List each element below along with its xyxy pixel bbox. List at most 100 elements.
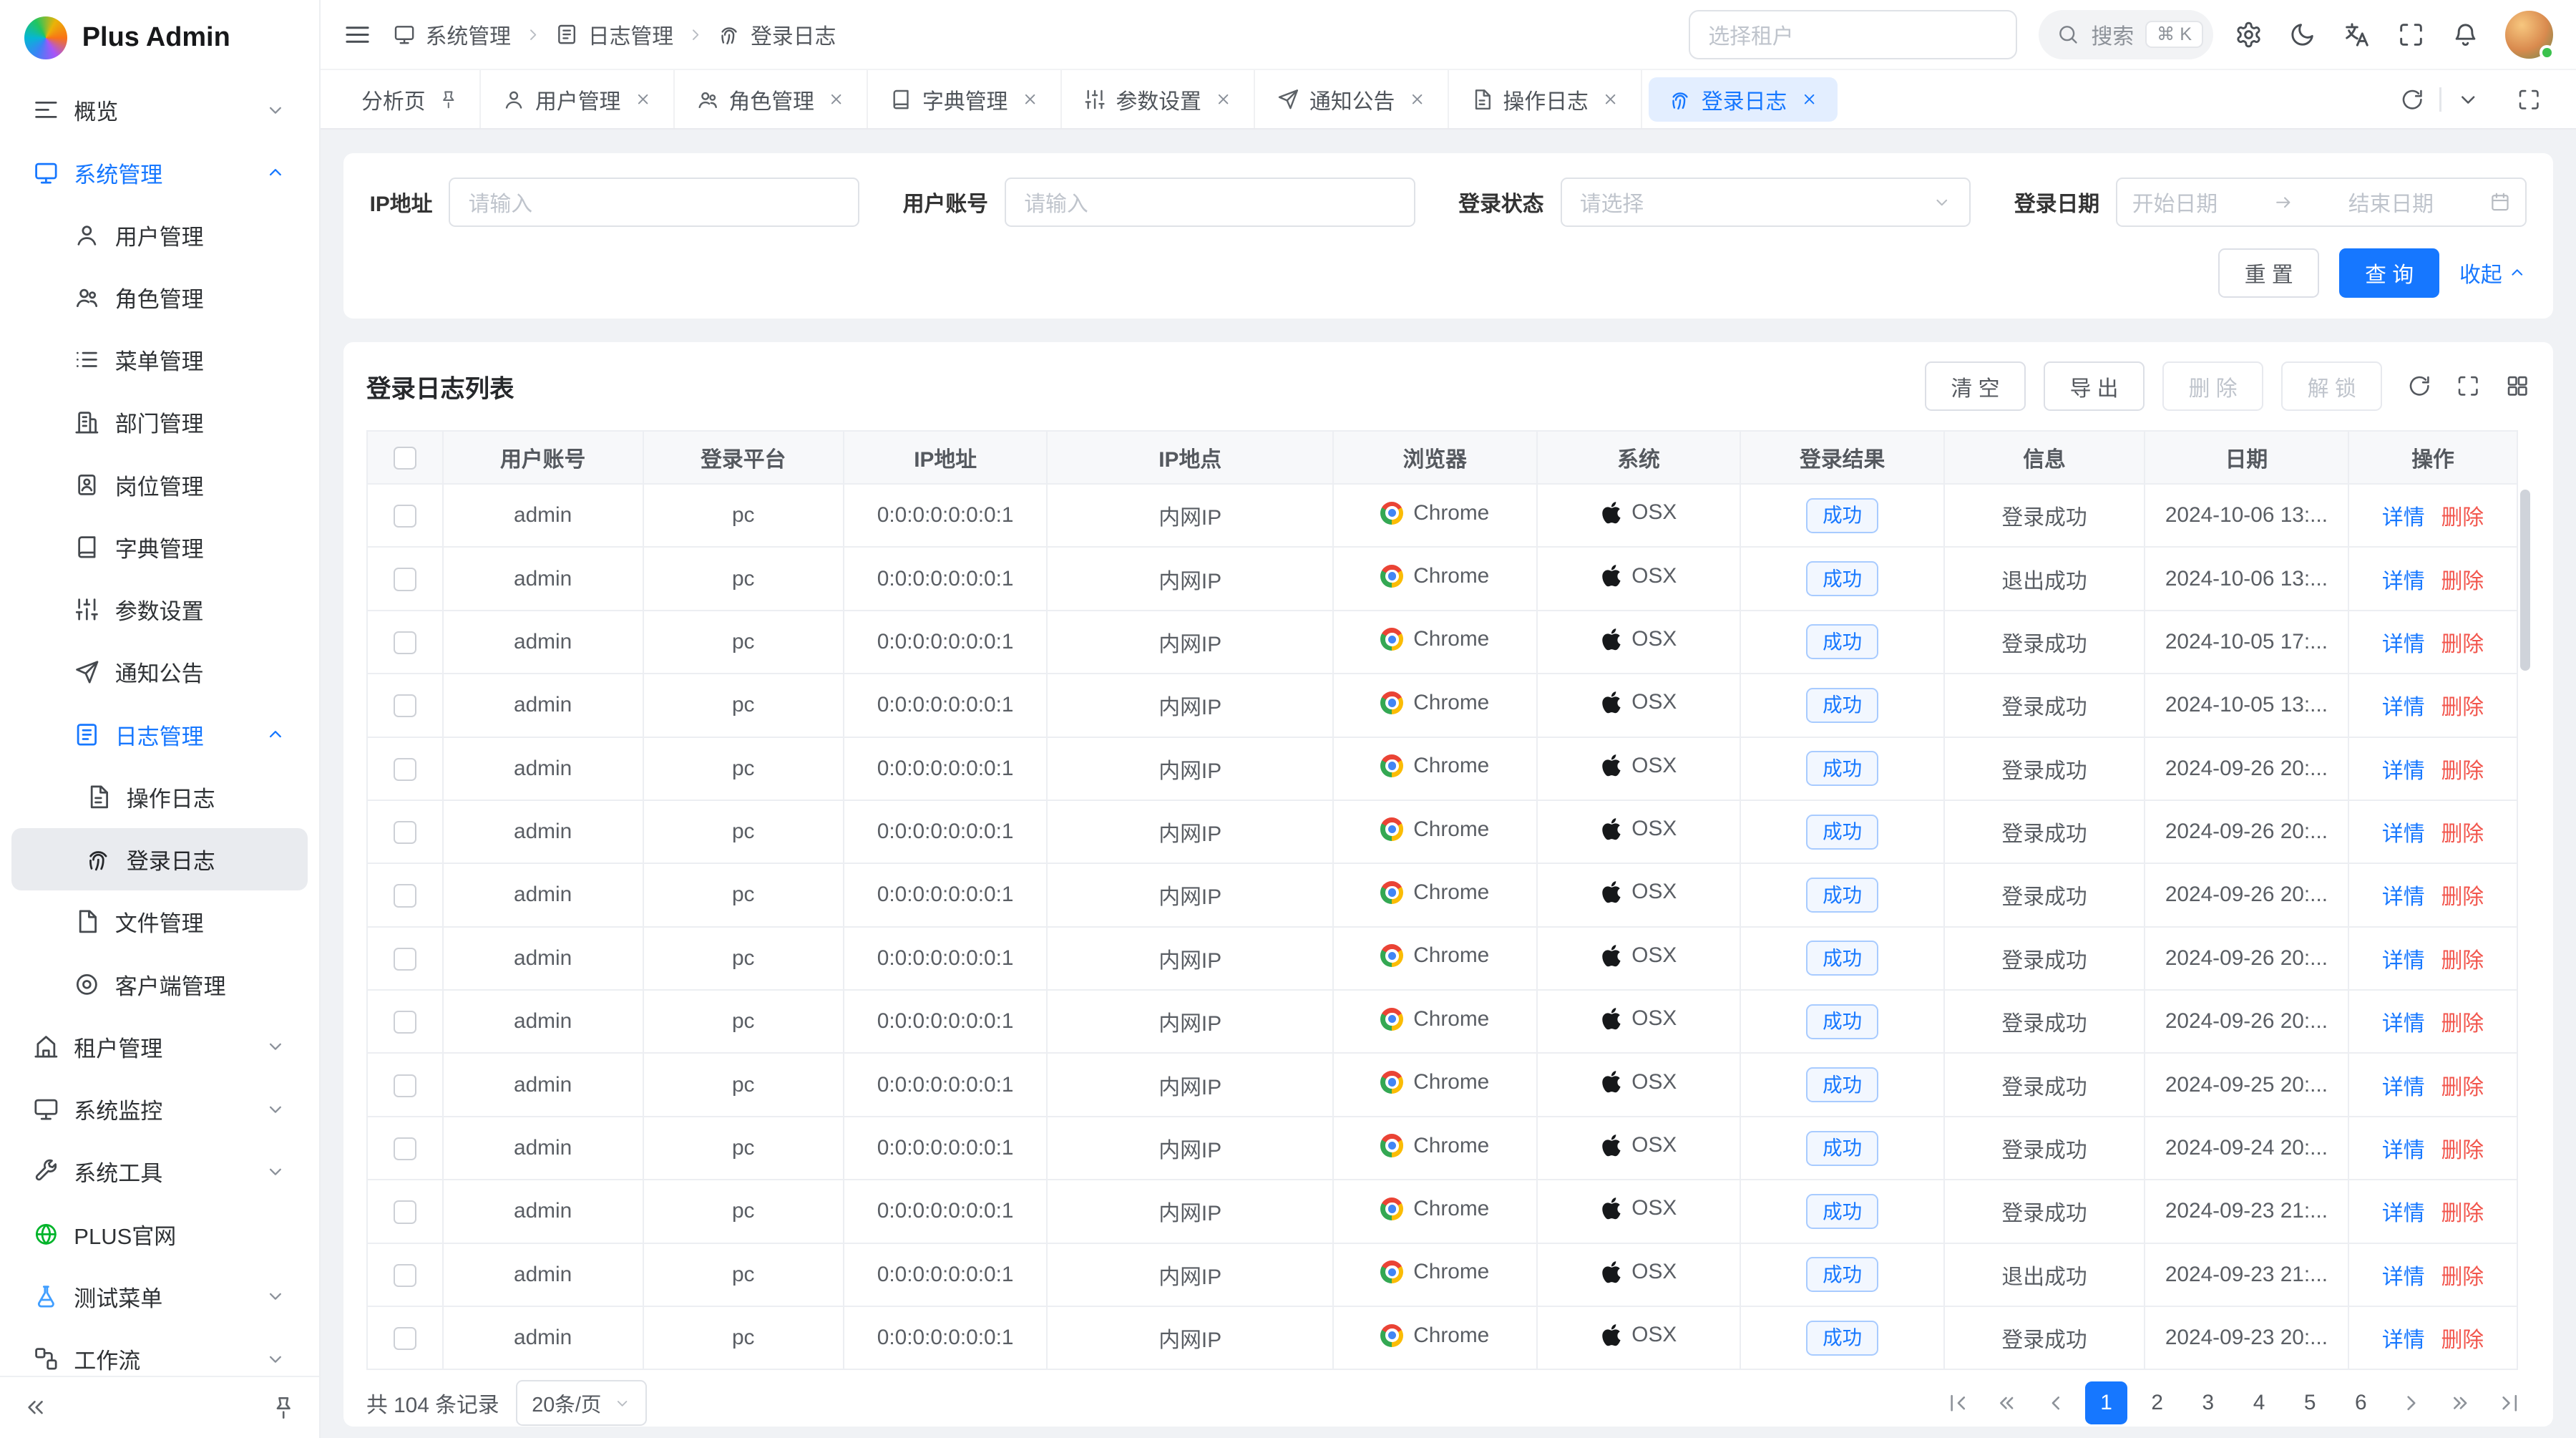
tab-menu-icon[interactable] bbox=[2456, 87, 2480, 112]
column-settings-icon[interactable] bbox=[2505, 374, 2529, 398]
detail-link[interactable]: 详情 bbox=[2382, 822, 2425, 846]
select-all-checkbox[interactable] bbox=[394, 447, 416, 470]
sidebar-item-tenant[interactable]: 租户管理 bbox=[11, 1016, 308, 1078]
detail-link[interactable]: 详情 bbox=[2382, 759, 2425, 783]
tab-param[interactable]: 参数设置 bbox=[1062, 70, 1256, 128]
detail-link[interactable]: 详情 bbox=[2382, 696, 2425, 719]
language-icon[interactable] bbox=[2343, 21, 2371, 49]
tab-analysis[interactable]: 分析页 bbox=[340, 70, 481, 128]
close-icon[interactable] bbox=[1601, 90, 1619, 108]
detail-link[interactable]: 详情 bbox=[2382, 1139, 2425, 1162]
delete-link[interactable]: 删除 bbox=[2441, 822, 2484, 846]
detail-link[interactable]: 详情 bbox=[2382, 633, 2425, 656]
sidebar-item-oplog[interactable]: 操作日志 bbox=[11, 766, 308, 828]
pin-sidebar-icon[interactable] bbox=[271, 1395, 296, 1419]
delete-link[interactable]: 删除 bbox=[2441, 1012, 2484, 1036]
account-input[interactable]: 请输入 bbox=[1005, 178, 1415, 227]
pin-icon[interactable] bbox=[439, 89, 459, 110]
page-button-6[interactable]: 6 bbox=[2339, 1381, 2382, 1424]
tab-notice[interactable]: 通知公告 bbox=[1255, 70, 1449, 128]
collapse-sidebar-icon[interactable] bbox=[23, 1395, 47, 1419]
row-checkbox[interactable] bbox=[394, 1011, 416, 1034]
clear-button[interactable]: 清 空 bbox=[1925, 361, 2026, 411]
page-size-select[interactable]: 20条/页 bbox=[516, 1380, 648, 1426]
table-scrollbar[interactable] bbox=[2520, 490, 2530, 671]
delete-link[interactable]: 删除 bbox=[2441, 506, 2484, 530]
reset-button[interactable]: 重 置 bbox=[2218, 248, 2319, 298]
page-button-3[interactable]: 3 bbox=[2187, 1381, 2230, 1424]
detail-link[interactable]: 详情 bbox=[2382, 1265, 2425, 1289]
close-icon[interactable] bbox=[827, 90, 845, 108]
close-icon[interactable] bbox=[634, 90, 652, 108]
dark-mode-icon[interactable] bbox=[2288, 21, 2316, 49]
sidebar-item-post[interactable]: 岗位管理 bbox=[11, 454, 308, 516]
detail-link[interactable]: 详情 bbox=[2382, 570, 2425, 593]
logo[interactable]: Plus Admin bbox=[0, 0, 319, 76]
sidebar-item-param[interactable]: 参数设置 bbox=[11, 578, 308, 641]
sidebar-item-test[interactable]: 测试菜单 bbox=[11, 1265, 308, 1328]
detail-link[interactable]: 详情 bbox=[2382, 949, 2425, 973]
close-icon[interactable] bbox=[1214, 90, 1232, 108]
row-checkbox[interactable] bbox=[394, 631, 416, 654]
detail-link[interactable]: 详情 bbox=[2382, 885, 2425, 909]
query-button[interactable]: 查 询 bbox=[2339, 248, 2440, 298]
sidebar-item-notice[interactable]: 通知公告 bbox=[11, 641, 308, 703]
status-select[interactable]: 请选择 bbox=[1561, 178, 1971, 227]
tab-dict[interactable]: 字典管理 bbox=[868, 70, 1062, 128]
refresh-page-icon[interactable] bbox=[2400, 87, 2424, 112]
sidebar-item-system[interactable]: 系统管理 bbox=[11, 141, 308, 203]
refresh-table-icon[interactable] bbox=[2407, 374, 2431, 398]
row-checkbox[interactable] bbox=[394, 1264, 416, 1287]
page-button-1[interactable]: 1 bbox=[2085, 1381, 2128, 1424]
breadcrumb-item[interactable]: 登录日志 bbox=[718, 19, 836, 50]
avatar[interactable] bbox=[2505, 11, 2553, 59]
hamburger-icon[interactable] bbox=[343, 21, 371, 49]
sidebar-item-loginlog[interactable]: 登录日志 bbox=[11, 828, 308, 890]
ip-input[interactable]: 请输入 bbox=[449, 178, 859, 227]
next-page-icon[interactable] bbox=[2399, 1391, 2423, 1415]
delete-link[interactable]: 删除 bbox=[2441, 759, 2484, 783]
delete-link[interactable]: 删除 bbox=[2441, 570, 2484, 593]
settings-icon[interactable] bbox=[2235, 21, 2263, 49]
jump-forward-icon[interactable] bbox=[2448, 1391, 2472, 1415]
fullscreen-icon[interactable] bbox=[2397, 21, 2425, 49]
detail-link[interactable]: 详情 bbox=[2382, 1328, 2425, 1352]
date-range-picker[interactable]: 开始日期 结束日期 bbox=[2116, 178, 2527, 227]
detail-link[interactable]: 详情 bbox=[2382, 1202, 2425, 1225]
delete-button[interactable]: 删 除 bbox=[2162, 361, 2263, 411]
delete-link[interactable]: 删除 bbox=[2441, 949, 2484, 973]
sidebar-item-client[interactable]: 客户端管理 bbox=[11, 953, 308, 1015]
sidebar-item-monitor[interactable]: 系统监控 bbox=[11, 1078, 308, 1140]
row-checkbox[interactable] bbox=[394, 1327, 416, 1350]
delete-link[interactable]: 删除 bbox=[2441, 696, 2484, 719]
maximize-content-icon[interactable] bbox=[2517, 87, 2541, 112]
delete-link[interactable]: 删除 bbox=[2441, 1265, 2484, 1289]
sidebar-item-menu[interactable]: 菜单管理 bbox=[11, 329, 308, 391]
close-icon[interactable] bbox=[1800, 90, 1818, 108]
collapse-filters-link[interactable]: 收起 bbox=[2459, 257, 2527, 288]
row-checkbox[interactable] bbox=[394, 1137, 416, 1160]
export-button[interactable]: 导 出 bbox=[2044, 361, 2145, 411]
jump-backward-icon[interactable] bbox=[1994, 1391, 2019, 1415]
sidebar-item-log[interactable]: 日志管理 bbox=[11, 704, 308, 766]
delete-link[interactable]: 删除 bbox=[2441, 1139, 2484, 1162]
row-checkbox[interactable] bbox=[394, 1074, 416, 1097]
delete-link[interactable]: 删除 bbox=[2441, 1328, 2484, 1352]
prev-page-icon[interactable] bbox=[2044, 1391, 2068, 1415]
search-button[interactable]: 搜索 ⌘ K bbox=[2039, 10, 2213, 59]
delete-link[interactable]: 删除 bbox=[2441, 1076, 2484, 1099]
row-checkbox[interactable] bbox=[394, 821, 416, 844]
table-fullscreen-icon[interactable] bbox=[2456, 374, 2480, 398]
tab-oplog[interactable]: 操作日志 bbox=[1449, 70, 1643, 128]
page-button-4[interactable]: 4 bbox=[2238, 1381, 2280, 1424]
unlock-button[interactable]: 解 锁 bbox=[2281, 361, 2382, 411]
row-checkbox[interactable] bbox=[394, 568, 416, 591]
tenant-select[interactable]: 选择租户 bbox=[1689, 10, 2017, 59]
tab-role[interactable]: 角色管理 bbox=[675, 70, 869, 128]
row-checkbox[interactable] bbox=[394, 948, 416, 971]
detail-link[interactable]: 详情 bbox=[2382, 1076, 2425, 1099]
breadcrumb-item[interactable]: 系统管理 bbox=[393, 19, 511, 50]
sidebar-item-user[interactable]: 用户管理 bbox=[11, 204, 308, 266]
delete-link[interactable]: 删除 bbox=[2441, 633, 2484, 656]
first-page-icon[interactable] bbox=[1946, 1391, 1970, 1415]
